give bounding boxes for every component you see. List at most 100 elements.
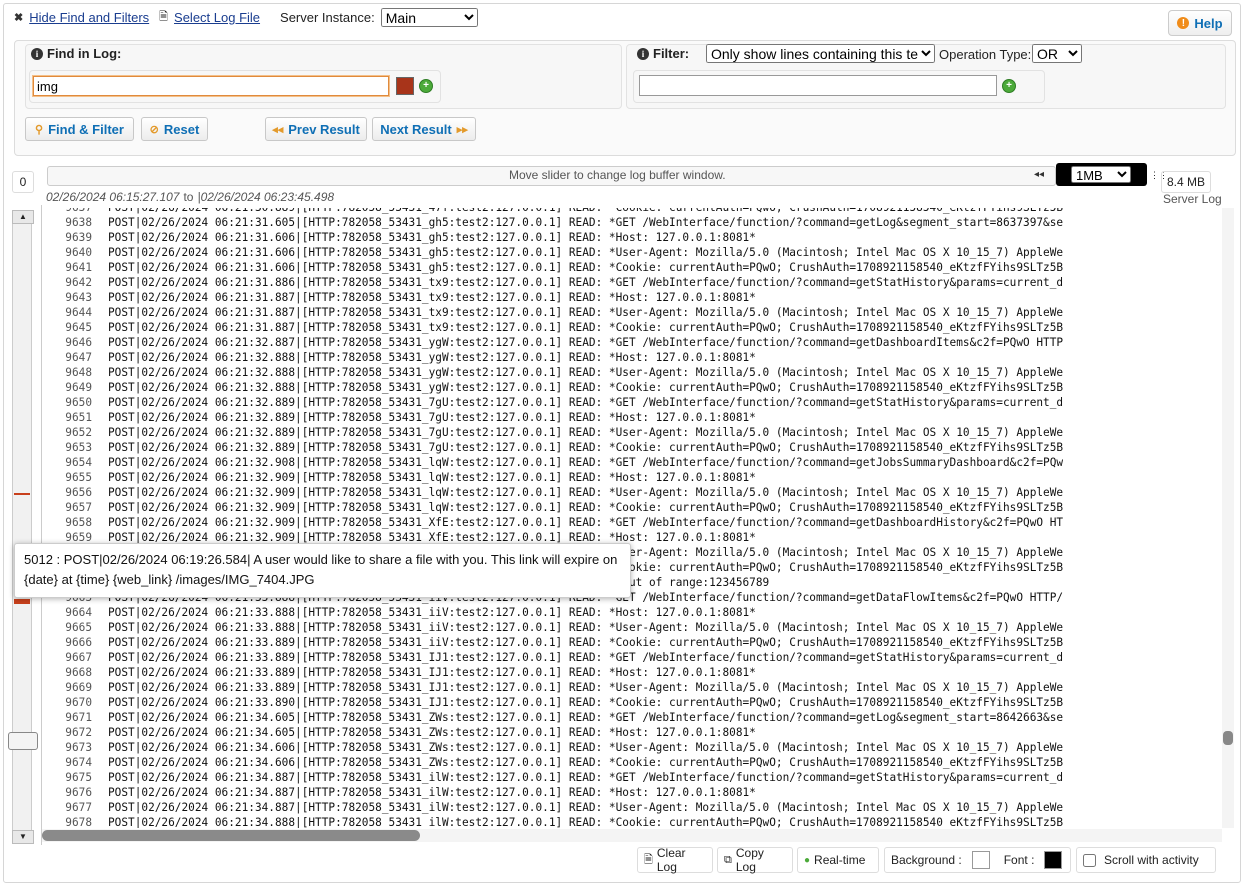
log-line: 9669 POST|02/26/2024 06:21:33.889|[HTTP:7… <box>42 680 1222 695</box>
log-line: 9643 POST|02/26/2024 06:21:31.887|[HTTP:7… <box>42 290 1222 305</box>
line-number: 9669 <box>65 681 92 694</box>
line-number: 9657 <box>65 501 92 514</box>
line-text: POST|02/26/2024 06:21:32.888|[HTTP:78205… <box>108 351 756 364</box>
slider-handle-left-icon[interactable]: ◂◂ <box>1034 169 1044 180</box>
log-line: 9645 POST|02/26/2024 06:21:31.887|[HTTP:7… <box>42 320 1222 335</box>
operation-type-label: Operation Type: <box>939 47 1032 62</box>
log-line: 9653 POST|02/26/2024 06:21:32.889|[HTTP:7… <box>42 440 1222 455</box>
hscroll-thumb[interactable] <box>42 830 420 841</box>
log-line: 9649 POST|02/26/2024 06:21:32.888|[HTTP:7… <box>42 380 1222 395</box>
scroll-down-icon[interactable]: ▼ <box>12 830 34 844</box>
line-number: 9637 <box>42 208 108 215</box>
log-line: 9647 POST|02/26/2024 06:21:32.888|[HTTP:7… <box>42 350 1222 365</box>
info-icon: i <box>31 47 43 60</box>
line-number: 9656 <box>65 486 92 499</box>
line-text: POST|02/26/2024 06:21:32.888|[HTTP:78205… <box>108 381 1064 394</box>
line-number: 9654 <box>65 456 92 469</box>
line-text: POST|02/26/2024 06:21:32.889|[HTTP:78205… <box>108 411 756 424</box>
log-line: 9671 POST|02/26/2024 06:21:34.605|[HTTP:7… <box>42 710 1222 725</box>
line-text: POST|02/26/2024 06:21:31.606|[HTTP:78205… <box>108 246 1064 259</box>
server-log-label: Server Log <box>1163 192 1222 206</box>
match-marker[interactable] <box>14 599 30 604</box>
filter-input-box <box>633 70 1045 103</box>
line-text: POST|02/26/2024 06:21:32.889|[HTTP:78205… <box>108 396 1064 409</box>
log-minimap-scrollbar[interactable]: ▲ ▼ <box>8 210 38 844</box>
line-text: POST|02/26/2024 06:21:32.909|[HTTP:78205… <box>108 486 1064 499</box>
scroll-up-icon[interactable]: ▲ <box>12 210 34 224</box>
log-line: 9646 POST|02/26/2024 06:21:32.887|[HTTP:7… <box>42 335 1222 350</box>
line-number: 9643 <box>65 291 92 304</box>
log-line: 9675 POST|02/26/2024 06:21:34.887|[HTTP:7… <box>42 770 1222 785</box>
log-line: 9666 POST|02/26/2024 06:21:33.889|[HTTP:7… <box>42 635 1222 650</box>
line-text: POST|02/26/2024 06:21:33.888|[HTTP:78205… <box>108 606 756 619</box>
find-filter-button[interactable]: ⚲ Find & Filter <box>25 117 134 141</box>
operation-type-select[interactable]: OR <box>1032 44 1082 63</box>
line-text: POST|02/26/2024 06:21:34.887|[HTTP:78205… <box>108 786 756 799</box>
line-number: 9668 <box>65 666 92 679</box>
line-text: POST|02/26/2024 06:21:31.887|[HTTP:78205… <box>108 306 1064 319</box>
line-text: POST|02/26/2024 06:21:34.605|[HTTP:78205… <box>108 711 1064 724</box>
server-instance-select[interactable]: Main <box>380 7 478 27</box>
line-text: POST|02/26/2024 06:21:34.887|[HTTP:78205… <box>108 801 1064 814</box>
prev-arrow-icon: ◂◂ <box>272 123 284 136</box>
line-text: POST|02/26/2024 06:21:32.888|[HTTP:78205… <box>108 366 1064 379</box>
log-vertical-scrollbar[interactable] <box>1222 208 1234 828</box>
buffer-counter: 0 <box>12 171 34 193</box>
match-marker[interactable] <box>14 493 30 495</box>
select-log-file-link[interactable]: Select Log File <box>174 10 260 25</box>
log-line: 9655 POST|02/26/2024 06:21:32.909|[HTTP:7… <box>42 470 1222 485</box>
log-line: 9638 POST|02/26/2024 06:21:31.605|[HTTP:7… <box>42 215 1222 230</box>
info-icon: ! <box>1177 17 1190 29</box>
prev-result-button[interactable]: ◂◂ Prev Result <box>265 117 367 141</box>
document-icon: 🗎 <box>644 853 653 866</box>
minimap-thumb[interactable] <box>8 732 38 750</box>
next-result-button[interactable]: Next Result ▸▸ <box>372 117 476 141</box>
buffer-size-select[interactable]: 1MB <box>1071 166 1131 183</box>
slider-message: Move slider to change log buffer window. <box>509 168 726 182</box>
log-horizontal-scrollbar[interactable] <box>42 829 1222 842</box>
line-text: POST|02/26/2024 06:21:31.606|[HTTP:78205… <box>108 261 1064 274</box>
status-dot-icon: ● <box>804 854 811 866</box>
color-settings: Background : Font : <box>884 847 1071 873</box>
font-color-swatch[interactable] <box>1044 851 1063 869</box>
line-text: POST|02/26/2024 06:21:32.909|[HTTP:78205… <box>108 471 756 484</box>
line-number: 9676 <box>65 786 92 799</box>
filter-mode-select[interactable]: Only show lines containing this text <box>706 44 935 63</box>
line-text: POST|02/26/2024 06:21:31.605|[HTTP:78205… <box>108 216 1064 229</box>
log-line: 9656 POST|02/26/2024 06:21:32.909|[HTTP:7… <box>42 485 1222 500</box>
find-input-box <box>29 70 441 103</box>
background-color-swatch[interactable] <box>971 851 990 869</box>
log-line: 9678 POST|02/26/2024 06:21:34.888|[HTTP:7… <box>42 815 1222 828</box>
log-line: 9676 POST|02/26/2024 06:21:34.887|[HTTP:7… <box>42 785 1222 800</box>
line-text: POST|02/26/2024 06:21:33.889|[HTTP:78205… <box>108 636 1064 649</box>
info-icon: i <box>637 47 649 60</box>
line-number: 9666 <box>65 636 92 649</box>
line-text: POST|02/26/2024 06:21:32.909|[HTTP:78205… <box>108 516 1064 529</box>
clear-log-button[interactable]: 🗎 Clear Log <box>637 846 713 874</box>
line-number: 9670 <box>65 696 92 709</box>
log-line: 9664 POST|02/26/2024 06:21:33.888|[HTTP:7… <box>42 605 1222 620</box>
copy-log-button[interactable]: ⧉ Copy Log <box>717 846 793 874</box>
line-number: 9655 <box>65 471 92 484</box>
scroll-with-activity-checkbox[interactable] <box>1083 853 1096 867</box>
log-line: 9639 POST|02/26/2024 06:21:31.606|[HTTP:7… <box>42 230 1222 245</box>
scroll-thumb[interactable] <box>1223 731 1233 745</box>
log-line: 9652 POST|02/26/2024 06:21:32.889|[HTTP:7… <box>42 425 1222 440</box>
line-text: POST|02/26/2024 06:21:31.886|[HTTP:78205… <box>108 276 1064 289</box>
realtime-toggle[interactable]: ● Real-time <box>797 847 879 873</box>
log-line: 9673 POST|02/26/2024 06:21:34.606|[HTTP:7… <box>42 740 1222 755</box>
log-line: 9677 POST|02/26/2024 06:21:34.887|[HTTP:7… <box>42 800 1222 815</box>
log-line: 9641 POST|02/26/2024 06:21:31.606|[HTTP:7… <box>42 260 1222 275</box>
add-filter-icon[interactable]: + <box>1002 79 1016 93</box>
line-text: POST|02/26/2024 06:21:31.606|[HTTP:78205… <box>108 231 756 244</box>
reset-button[interactable]: ⊘ Reset <box>141 117 208 141</box>
server-instance-label: Server Instance: <box>280 9 375 25</box>
line-number: 9638 <box>65 216 92 229</box>
help-button[interactable]: ! Help <box>1168 10 1232 36</box>
hide-find-filters-link[interactable]: Hide Find and Filters <box>29 10 149 25</box>
line-number: 9645 <box>65 321 92 334</box>
line-number: 9664 <box>65 606 92 619</box>
file-icon: 🗎 <box>159 10 169 23</box>
line-number: 9678 <box>65 816 92 828</box>
font-label: Font : <box>1003 853 1035 867</box>
